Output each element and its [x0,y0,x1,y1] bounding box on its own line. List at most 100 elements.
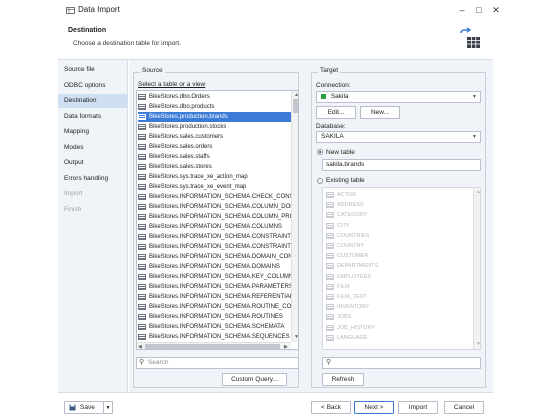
close-button[interactable]: ✕ [489,3,503,17]
maximize-button[interactable]: □ [472,3,486,17]
sidebar-item-label: Mapping [64,128,89,135]
sidebar-item-data-formats[interactable]: Data formats [58,110,127,124]
table-row[interactable]: BikeStores.sales.stores [138,162,291,172]
table-name: BikeStores.sales.stores [149,164,212,170]
source-search-input[interactable]: ⚲ Search [136,357,299,369]
table-name: BikeStores.INFORMATION_SCHEMA.COLUMN_PRI… [149,214,299,220]
edit-connection-button[interactable]: Edit... [316,106,356,119]
table-icon [138,284,146,290]
sidebar-item-finish: Finish [58,203,127,217]
scrollbar-thumb[interactable] [293,99,298,113]
table-name: CATEGORY [337,212,368,219]
new-table-name-input[interactable]: sakila.brands [322,159,481,171]
table-name: BikeStores.dbo.Orders [149,94,210,100]
table-row[interactable]: BikeStores.INFORMATION_SCHEMA.PARAMETERS [138,282,293,292]
table-row[interactable]: BikeStores.sys.trace_xe_event_map [138,182,291,192]
table-row[interactable]: BikeStores.production.brands [138,112,291,122]
scroll-up-icon[interactable]: ▲ [294,92,298,98]
table-row[interactable]: BikeStores.sys.trace_xe_action_map [138,172,291,182]
new-table-radio[interactable] [317,149,323,155]
table-row[interactable]: BikeStores.INFORMATION_SCHEMA.DOMAIN_CON… [138,252,298,262]
sidebar-item-modes[interactable]: Modes [58,141,127,155]
table-icon [326,273,334,280]
table-row[interactable]: BikeStores.sales.staffs [138,152,291,162]
list-item: INVENTORY [326,302,369,312]
back-button[interactable]: < Back [311,401,351,414]
table-name: ACTOR [337,192,357,198]
scroll-left-icon[interactable]: ◀ [138,344,142,349]
database-select[interactable]: SAKILA ▼ [316,131,481,143]
table-name: BikeStores.INFORMATION_SCHEMA.SCHEMATA [149,324,285,330]
table-row[interactable]: BikeStores.INFORMATION_SCHEMA.SCHEMATA [138,322,291,332]
sidebar-item-destination[interactable]: Destination [58,94,127,108]
page-subtitle: Choose a destination table for import. [73,40,182,47]
table-row[interactable]: BikeStores.INFORMATION_SCHEMA.CONSTRAINT… [138,242,298,252]
table-icon [138,264,146,270]
sidebar-item-output[interactable]: Output [58,156,127,170]
target-group-label: Target [318,67,341,74]
save-label: Save [80,404,95,411]
table-row[interactable]: BikeStores.INFORMATION_SCHEMA.ROUTINES [138,312,291,322]
scroll-right-icon[interactable]: ▶ [284,344,288,349]
minimize-button[interactable]: – [455,3,469,17]
chevron-down-icon: ▼ [472,134,477,140]
source-list-horizontal-scrollbar[interactable]: ◀ ▶ [137,342,291,349]
table-row[interactable]: BikeStores.dbo.Orders [138,92,291,102]
table-row[interactable]: BikeStores.INFORMATION_SCHEMA.ROUTINE_CO… [138,302,298,312]
source-table-list[interactable]: BikeStores.dbo.Orders BikeStores.dbo.prod… [136,90,299,350]
sidebar-item-label: Modes [64,144,84,151]
table-row[interactable]: BikeStores.INFORMATION_SCHEMA.DOMAINS [138,262,291,272]
list-item: EMPLOYEES [326,272,371,282]
table-row[interactable]: BikeStores.INFORMATION_SCHEMA.KEY_COLUMN… [138,272,298,282]
table-name: JOB_HISTORY [337,324,376,331]
table-row[interactable]: BikeStores.dbo.products [138,102,291,112]
save-options-dropdown[interactable]: ▼ [104,401,113,414]
sidebar-item-mapping[interactable]: Mapping [58,125,127,139]
new-connection-button[interactable]: New... [360,106,400,119]
table-row[interactable]: BikeStores.sales.orders [138,142,291,152]
table-icon [138,294,146,300]
sidebar-item-label: Import [64,190,83,197]
table-name: INVENTORY [337,304,369,311]
table-icon [138,154,146,160]
chevron-down-icon: ▼ [105,404,111,411]
table-row[interactable]: BikeStores.INFORMATION_SCHEMA.CONSTRAINT… [138,232,298,242]
sidebar-item-errors-handling[interactable]: Errors handling [58,172,127,186]
existing-table-search-input[interactable]: ⚲ [322,357,481,369]
chevron-down-icon: ▼ [472,94,477,100]
save-button[interactable]: Save [64,401,104,414]
table-row[interactable]: BikeStores.INFORMATION_SCHEMA.COLUMNS [138,222,291,232]
table-icon [138,244,146,250]
table-row[interactable]: BikeStores.production.stocks [138,122,291,132]
search-icon: ⚲ [326,359,332,366]
table-row[interactable]: BikeStores.INFORMATION_SCHEMA.REFERENTIA… [138,292,298,302]
import-button[interactable]: Import [398,401,438,414]
close-icon: ✕ [492,4,500,15]
cancel-label: Cancel [453,404,475,411]
table-row[interactable]: BikeStores.INFORMATION_SCHEMA.COLUMN_DOM… [138,202,298,212]
back-label: < Back [320,404,342,411]
table-row[interactable]: BikeStores.sales.customers [138,132,291,142]
table-name: BikeStores.INFORMATION_SCHEMA.PARAMETERS [149,284,293,290]
sidebar-item-source-file[interactable]: Source file [58,63,127,77]
cancel-button[interactable]: Cancel [444,401,484,414]
connection-label: Connection: [316,82,351,89]
scroll-down-icon[interactable]: ▼ [294,334,298,340]
database-label: Database: [316,123,346,130]
table-icon [326,253,334,260]
scroll-down-icon: ▼ [476,341,481,347]
table-row[interactable]: BikeStores.INFORMATION_SCHEMA.SEQUENCES [138,332,291,342]
scrollbar-thumb[interactable] [145,344,280,349]
custom-query-button[interactable]: Custom Query... [222,373,287,386]
table-row[interactable]: BikeStores.INFORMATION_SCHEMA.COLUMN_PRI… [138,212,298,222]
next-button[interactable]: Next > [354,401,394,414]
existing-table-radio[interactable] [317,178,323,184]
table-name: BikeStores.INFORMATION_SCHEMA.COLUMN_DOM… [149,204,299,210]
next-label: Next > [364,404,384,411]
connection-select[interactable]: Sakila ▼ [316,91,481,103]
table-row[interactable]: BikeStores.INFORMATION_SCHEMA.CHECK_CONS… [138,192,298,202]
sidebar-item-odbc-options[interactable]: ODBC options [58,79,127,93]
source-list-vertical-scrollbar[interactable]: ▲ ▼ [291,91,298,342]
refresh-button[interactable]: Refresh [322,373,364,386]
connection-status-icon [321,93,326,99]
